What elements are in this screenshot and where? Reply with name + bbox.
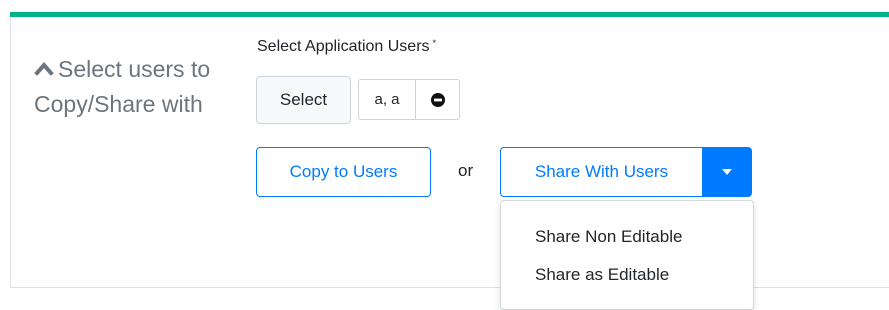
selected-user-chip: a, a [358,79,460,120]
menu-item-share-editable[interactable]: Share as Editable [535,265,669,285]
chevron-up-icon [34,61,54,76]
remove-user-button[interactable] [416,80,459,119]
section-toggle[interactable]: Select users to Copy/Share with [34,52,224,121]
minus-circle-icon [430,92,445,107]
panel-accent-bar [10,12,889,17]
select-users-button[interactable]: Select [256,76,351,124]
required-marker: * [432,38,437,48]
copy-to-users-button[interactable]: Copy to Users [256,147,431,197]
caret-down-icon [722,169,732,175]
menu-item-share-non-editable[interactable]: Share Non Editable [535,227,682,247]
or-separator: or [458,161,474,180]
section-heading: Select users to Copy/Share with [34,56,211,117]
field-label: Select Application Users * [257,38,436,56]
share-dropdown-toggle[interactable] [702,147,752,197]
selected-user-label: a, a [374,91,400,108]
field-label-text: Select Application Users [257,38,430,55]
share-with-users-button[interactable]: Share With Users [500,147,703,197]
share-dropdown-menu: Share Non Editable Share as Editable [500,200,754,310]
